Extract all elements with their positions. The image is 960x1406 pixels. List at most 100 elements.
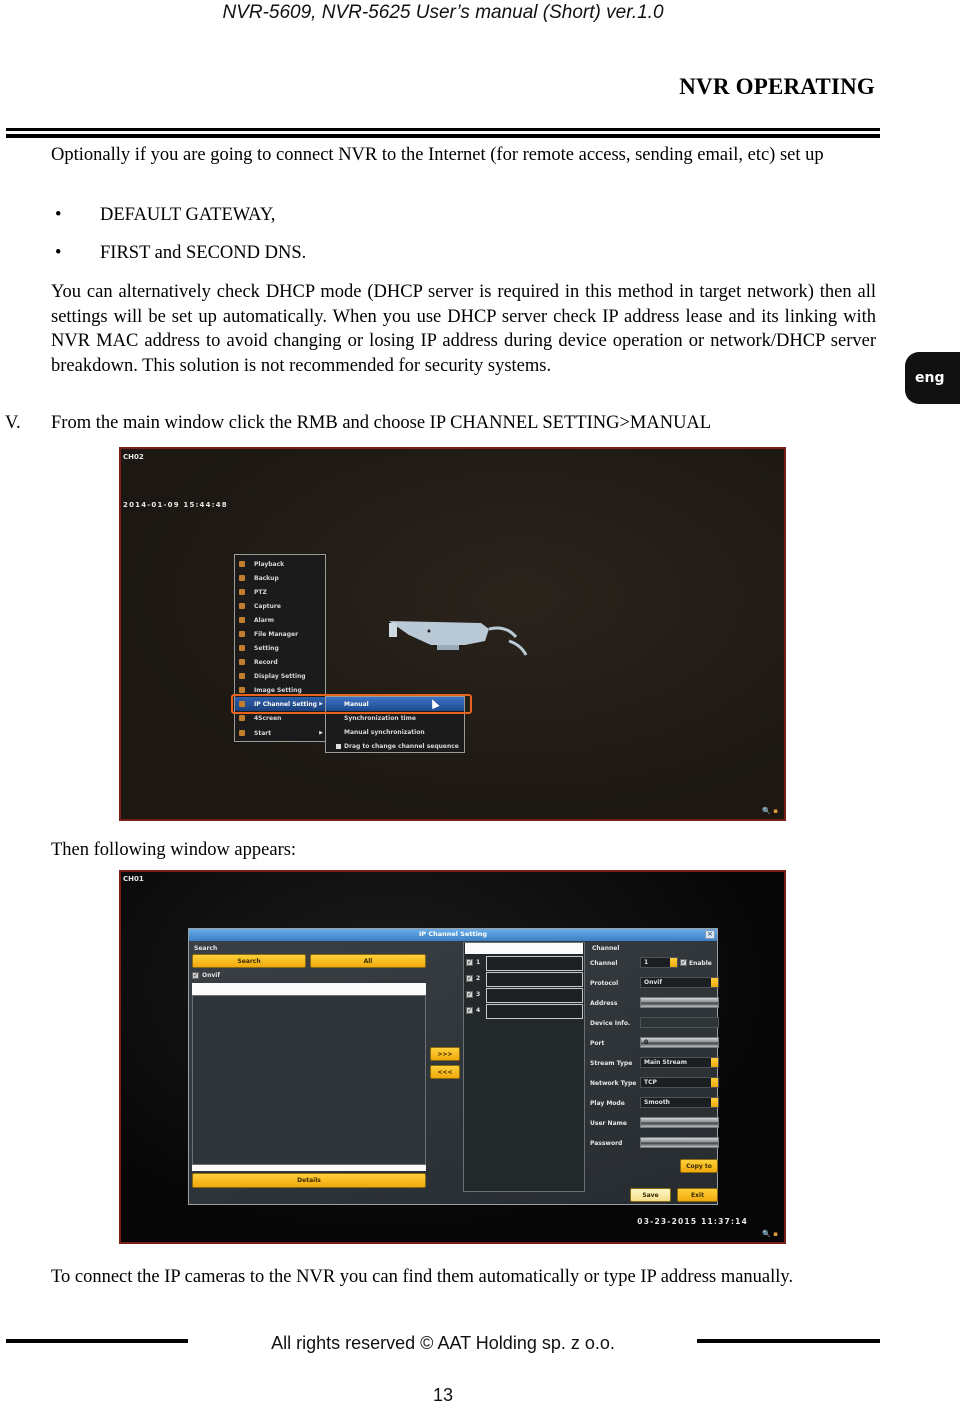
search-button[interactable]: Search <box>192 954 306 968</box>
menu-item-record[interactable]: Record <box>235 655 325 669</box>
dropdown-arrow-icon <box>711 1058 718 1067</box>
ptz-icon <box>239 589 245 595</box>
channel-list-header <box>465 943 583 954</box>
channel-section-label: Channel <box>592 945 620 952</box>
save-button[interactable]: Save <box>630 1188 671 1202</box>
submenu-item-drag-sequence[interactable]: Drag to change channel sequence <box>326 739 464 753</box>
exit-button[interactable]: Exit <box>677 1188 718 1202</box>
menu-item-playback[interactable]: Playback <box>235 557 325 571</box>
user-name-label: User Name <box>590 1120 627 1127</box>
enable-checkbox[interactable]: ✓ <box>680 959 687 966</box>
menu-item-label: Backup <box>254 574 279 582</box>
menu-item-ptz[interactable]: PTZ <box>235 585 325 599</box>
stream-type-label: Stream Type <box>590 1060 633 1067</box>
menu-item-file-manager[interactable]: File Manager <box>235 627 325 641</box>
menu-item-alarm[interactable]: Alarm <box>235 613 325 627</box>
intro-paragraph: Optionally if you are going to connect N… <box>51 145 824 165</box>
copy-to-button[interactable]: Copy to <box>680 1159 718 1173</box>
channel-row-cell <box>486 956 583 971</box>
dropdown-arrow-icon <box>711 1098 718 1107</box>
remove-channel-button[interactable]: <<< <box>430 1065 460 1079</box>
submenu-item-label: Manual synchronization <box>344 728 425 736</box>
play-mode-label: Play Mode <box>590 1100 625 1107</box>
footer-copyright: All rights reserved © AAT Holding sp. z … <box>271 1333 615 1353</box>
then-text: Then following window appears: <box>51 840 297 860</box>
address-input[interactable] <box>640 997 719 1008</box>
onvif-label: Onvif <box>202 972 220 979</box>
language-tab[interactable]: eng <box>905 352 960 404</box>
bullet-item: FIRST and SECOND DNS. <box>100 243 307 263</box>
osd-datetime: 03-23-2015 11:37:14 <box>637 1217 748 1226</box>
menu-item-capture[interactable]: Capture <box>235 599 325 613</box>
channel-label: CH01 <box>123 875 144 883</box>
section-title: NVR OPERATING <box>679 74 875 99</box>
channel-row-checkbox[interactable]: ✓ <box>466 991 473 998</box>
menu-item-backup[interactable]: Backup <box>235 571 325 585</box>
protocol-label: Protocol <box>590 980 619 987</box>
record-icon <box>239 659 245 665</box>
setting-icon <box>239 645 245 651</box>
channel-select[interactable]: 1 <box>640 957 678 968</box>
dhcp-paragraph: You can alternatively check DHCP mode (D… <box>51 282 876 376</box>
running-head: NVR-5609, NVR-5625 User’s manual (Short)… <box>222 2 664 23</box>
channel-label: CH02 <box>123 453 144 461</box>
playback-icon <box>239 561 245 567</box>
channel-row-checkbox[interactable]: ✓ <box>466 1007 473 1014</box>
network-type-label: Network Type <box>590 1080 637 1087</box>
dialog-title: IP Channel Setting <box>418 930 488 938</box>
stream-type-select[interactable]: Main Stream <box>640 1057 719 1068</box>
close-button[interactable]: × <box>705 930 715 939</box>
submenu-item-label: Synchronization time <box>344 714 416 722</box>
device-info-field <box>640 1017 719 1028</box>
submenu-item-label: Drag to change channel sequence <box>344 742 459 750</box>
screenshot-ip-channel-dialog: CH01 IP Channel Setting × Search Search … <box>119 870 786 1244</box>
submenu-item-manual-sync[interactable]: Manual synchronization <box>326 725 464 739</box>
enable-label: Enable <box>689 960 712 967</box>
menu-item-label: Record <box>254 658 278 666</box>
channel-row-number: 3 <box>476 991 481 998</box>
add-channel-button[interactable]: >>> <box>430 1047 460 1061</box>
channel-row-checkbox[interactable]: ✓ <box>466 975 473 982</box>
details-button[interactable]: Details <box>192 1173 426 1188</box>
channel-row-checkbox[interactable]: ✓ <box>466 959 473 966</box>
password-input[interactable] <box>640 1137 719 1148</box>
protocol-select-value: Onvif <box>644 979 662 986</box>
port-input[interactable]: 0 <box>640 1037 719 1048</box>
menu-item-label: Image Setting <box>254 686 302 694</box>
step-number: V. <box>5 413 21 433</box>
submenu-arrow-icon: ▶ <box>319 730 323 736</box>
play-mode-value: Smooth <box>644 1099 670 1106</box>
menu-item-start[interactable]: Start ▶ <box>235 726 325 740</box>
play-mode-select[interactable]: Smooth <box>640 1097 719 1108</box>
file-manager-icon <box>239 631 245 637</box>
camera-icon <box>389 621 528 656</box>
search-section-label: Search <box>194 945 218 952</box>
backup-icon <box>239 575 245 581</box>
port-label: Port <box>590 1040 605 1047</box>
all-button[interactable]: All <box>310 954 426 968</box>
page-number: 13 <box>432 1385 454 1405</box>
channel-row-cell <box>486 988 583 1003</box>
channel-row-cell <box>486 972 583 987</box>
menu-item-label: Playback <box>254 560 285 568</box>
dropdown-arrow-icon <box>670 958 677 967</box>
menu-item-display-setting[interactable]: Display Setting <box>235 669 325 683</box>
menu-item-label: Display Setting <box>254 672 306 680</box>
display-icon <box>239 673 245 679</box>
bullet-icon: • <box>55 205 62 225</box>
network-type-select[interactable]: TCP <box>640 1077 719 1088</box>
menu-item-setting[interactable]: Setting <box>235 641 325 655</box>
search-results-list[interactable] <box>192 995 426 1165</box>
screenshot-context-menu: CH02 2014-01-09 15:44:48 Playback Backup… <box>119 447 786 821</box>
menu-item-label: Start <box>254 729 272 737</box>
home-icon <box>239 730 245 736</box>
onvif-checkbox[interactable]: ✓ <box>192 972 199 979</box>
menu-item-label: File Manager <box>254 630 299 638</box>
protocol-select[interactable]: Onvif <box>640 977 719 988</box>
capture-icon <box>239 603 245 609</box>
user-name-input[interactable] <box>640 1117 719 1128</box>
search-results-scrollbar[interactable] <box>192 1165 426 1171</box>
dropdown-arrow-icon <box>711 978 718 987</box>
header-rule-thick <box>6 134 880 138</box>
osd-datetime: 2014-01-09 15:44:48 <box>123 501 228 509</box>
